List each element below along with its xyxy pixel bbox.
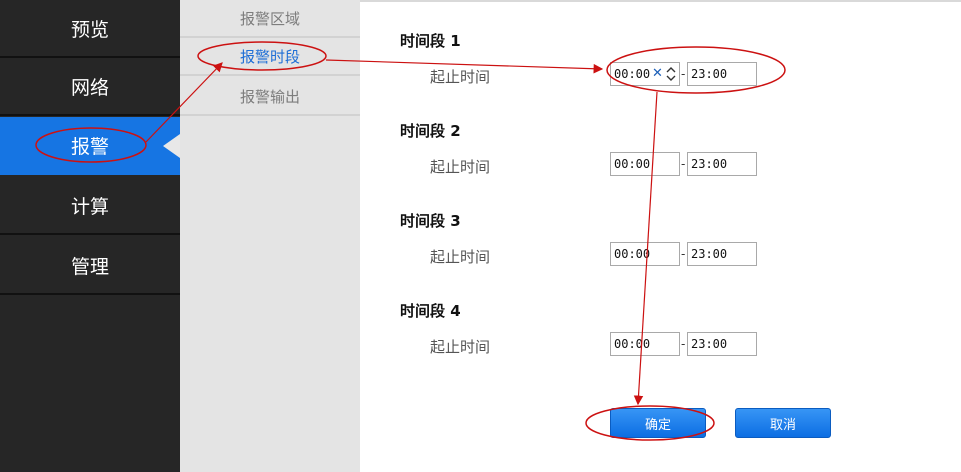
period-3-end-input[interactable]: 23:00	[687, 242, 757, 266]
period-1-title: 时间段 1	[400, 32, 461, 50]
period-3-start-value: 00:00	[614, 247, 651, 261]
nav-item-label: 网络	[70, 76, 109, 99]
period-4-range-label: 起止时间	[430, 338, 491, 356]
nav-item-manage[interactable]: 管理	[0, 237, 180, 295]
period-2-start-value: 00:00	[614, 157, 651, 171]
nav-item-label: 计算	[70, 195, 109, 218]
confirm-button-label: 确定	[644, 417, 671, 433]
period-4-start-value: 00:00	[614, 337, 651, 351]
nav-item-label: 预览	[70, 18, 109, 41]
submenu-item-alarm-output[interactable]: 报警输出	[180, 78, 360, 116]
active-pointer	[163, 134, 180, 158]
submenu-item-alarm-area[interactable]: 报警区域	[180, 0, 360, 38]
period-2-end-value: 23:00	[691, 157, 728, 171]
period-4-start-input[interactable]: 00:00	[610, 332, 680, 356]
nav-item-label: 报警	[70, 135, 109, 158]
spinner-icon[interactable]	[666, 67, 676, 81]
submenu-item-label: 报警时段	[239, 47, 300, 66]
period-1-end-value: 23:00	[691, 67, 728, 81]
submenu-item-label: 报警输出	[239, 87, 300, 106]
period-4-end-input[interactable]: 23:00	[687, 332, 757, 356]
nav-item-compute[interactable]: 计算	[0, 177, 180, 235]
submenu-item-label: 报警区域	[239, 9, 300, 28]
period-1-end-input[interactable]: 23:00	[687, 62, 757, 86]
alarm-submenu: 报警区域 报警时段 报警输出	[180, 0, 360, 472]
cancel-button[interactable]: 取消	[735, 408, 831, 438]
period-3-end-value: 23:00	[691, 247, 728, 261]
top-divider	[360, 0, 961, 2]
period-1-range-label: 起止时间	[430, 68, 491, 86]
clear-icon[interactable]: ✕	[652, 66, 663, 81]
period-2-range-label: 起止时间	[430, 158, 491, 176]
submenu-item-alarm-period[interactable]: 报警时段	[180, 38, 360, 76]
period-3-range-label: 起止时间	[430, 248, 491, 266]
period-3-separator: -	[681, 247, 686, 261]
period-3-start-input[interactable]: 00:00	[610, 242, 680, 266]
nav-item-preview[interactable]: 预览	[0, 0, 180, 58]
period-4-end-value: 23:00	[691, 337, 728, 351]
period-2-title: 时间段 2	[400, 122, 461, 140]
period-4-title: 时间段 4	[400, 302, 461, 320]
nav-item-alarm[interactable]: 报警	[0, 117, 180, 175]
period-1-separator: -	[681, 67, 686, 81]
period-1-start-value: 00:00	[614, 67, 651, 81]
nav-item-label: 管理	[70, 255, 109, 278]
period-4-separator: -	[681, 337, 686, 351]
period-2-end-input[interactable]: 23:00	[687, 152, 757, 176]
period-2-separator: -	[681, 157, 686, 171]
period-3-title: 时间段 3	[400, 212, 461, 230]
nav-item-network[interactable]: 网络	[0, 58, 180, 116]
cancel-button-label: 取消	[769, 417, 796, 433]
confirm-button[interactable]: 确定	[610, 408, 706, 438]
main-nav: 预览 网络 报警 计算 管理	[0, 0, 180, 472]
period-2-start-input[interactable]: 00:00	[610, 152, 680, 176]
